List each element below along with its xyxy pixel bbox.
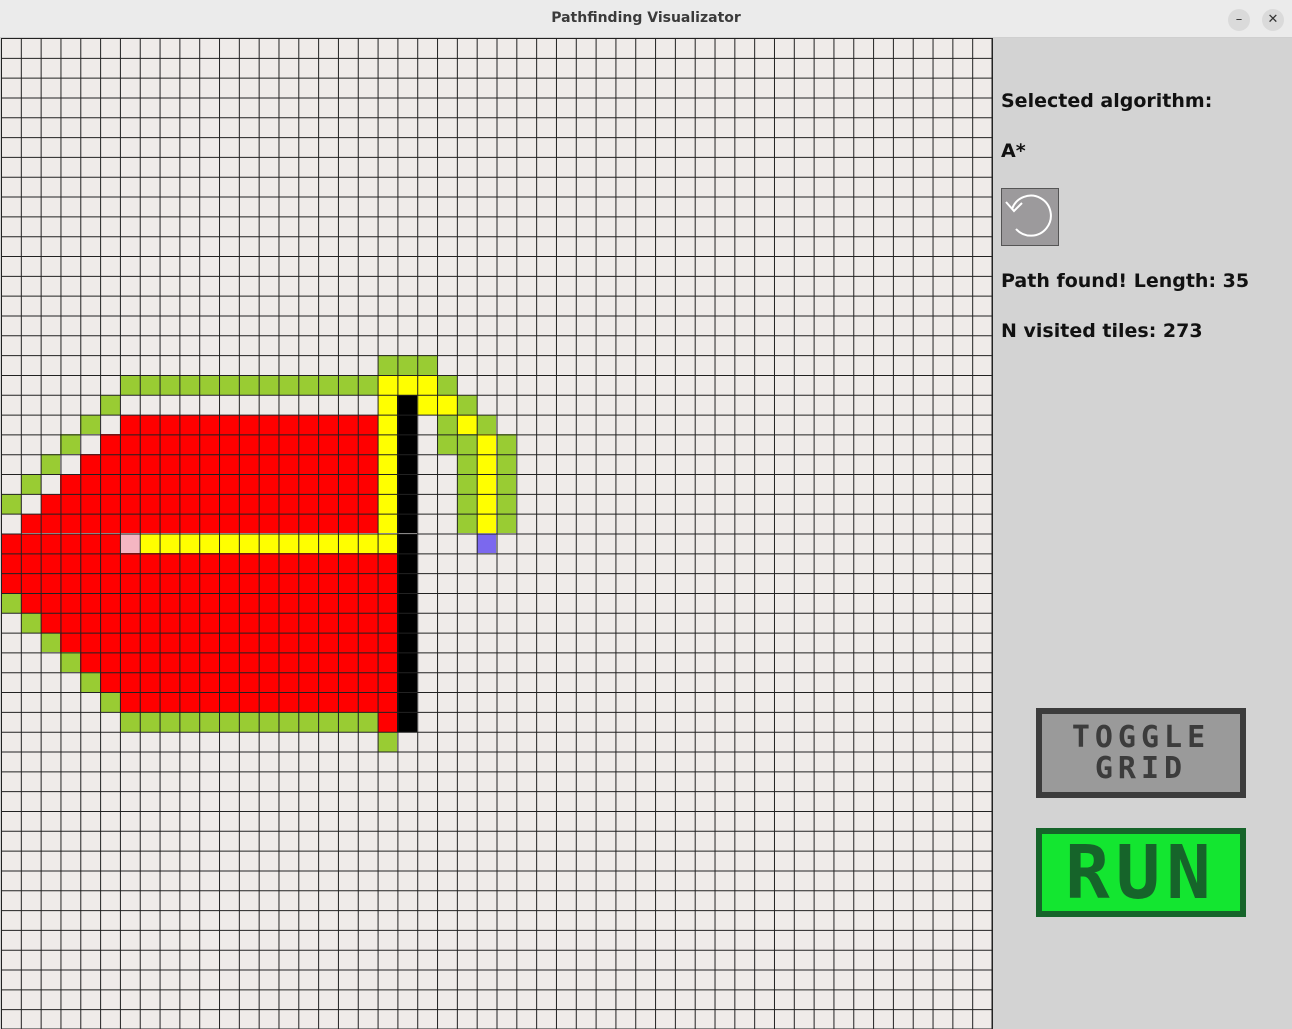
reset-arrow-icon (1005, 194, 1052, 237)
grid-lines (1, 38, 992, 1029)
run-button[interactable]: RUN (1036, 828, 1246, 917)
algorithm-name: A* (1001, 140, 1026, 162)
window-title: Pathfinding Visualizator (551, 10, 741, 26)
title-bar: Pathfinding Visualizator – ✕ (0, 0, 1292, 38)
toggle-grid-label: TOGGLE GRID (1071, 720, 1211, 786)
minimize-button[interactable]: – (1228, 9, 1250, 31)
close-button[interactable]: ✕ (1262, 9, 1284, 31)
run-label: RUN (1065, 829, 1217, 916)
toggle-grid-button[interactable]: TOGGLE GRID (1036, 708, 1246, 798)
algorithm-heading: Selected algorithm: (1001, 90, 1213, 112)
sidebar: Selected algorithm: A* Path found! Lengt… (993, 38, 1292, 1029)
reset-button[interactable] (1001, 188, 1059, 246)
visited-count-text: N visited tiles: 273 (1001, 320, 1203, 342)
status-text: Path found! Length: 35 (1001, 270, 1250, 292)
pathfinding-grid[interactable] (1, 38, 993, 1029)
